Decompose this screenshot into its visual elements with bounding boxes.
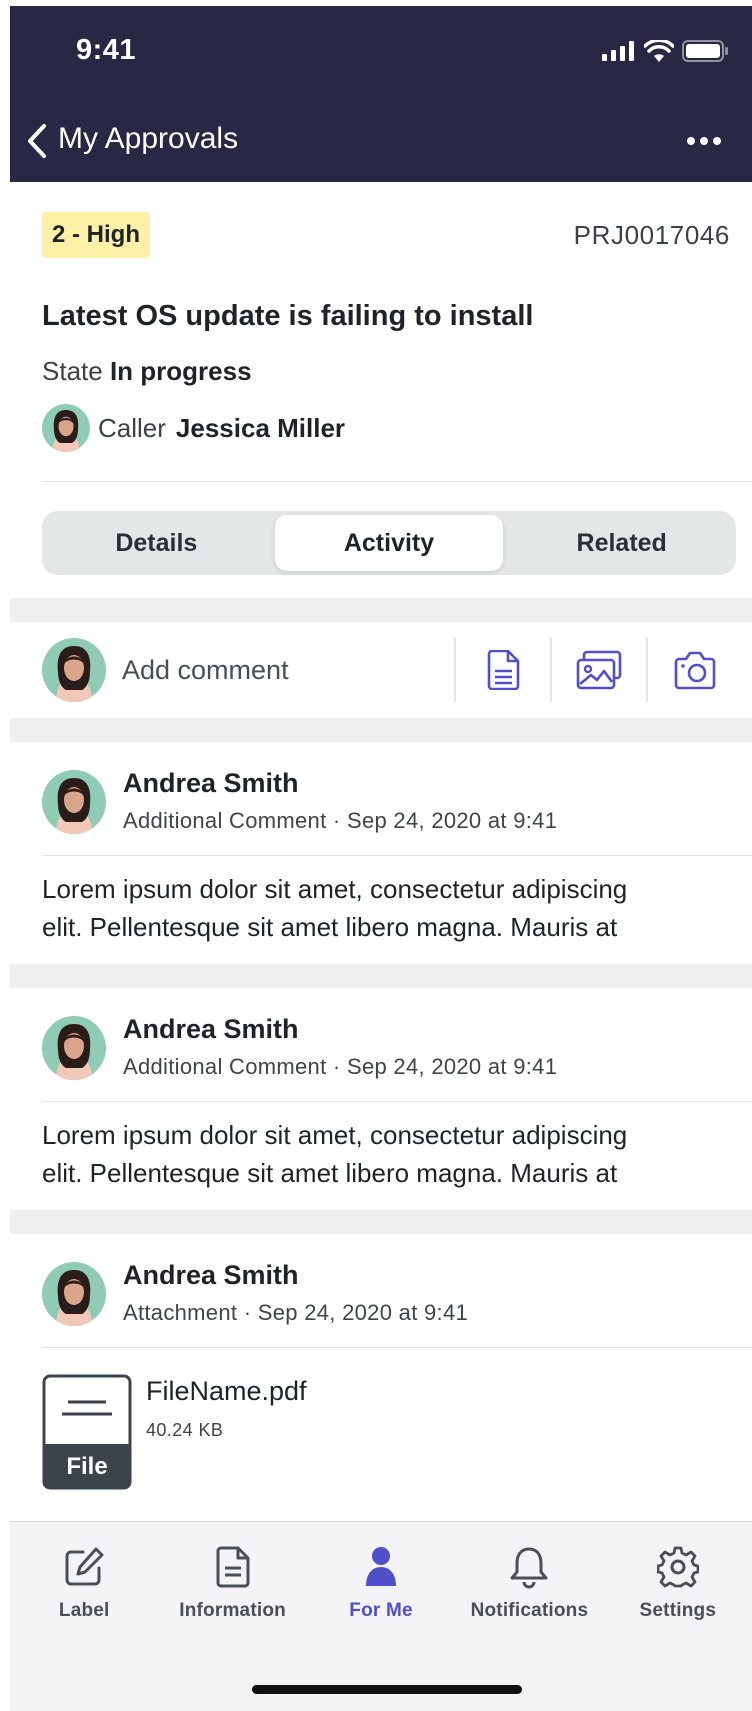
wifi-icon: [644, 40, 674, 62]
attachment-card: Andrea Smith Attachment · Sep 24, 2020 a…: [10, 1234, 752, 1526]
tab-settings[interactable]: Settings: [604, 1522, 752, 1634]
activity-card: Andrea Smith Additional Comment · Sep 24…: [10, 742, 752, 964]
record-state: State In progress: [42, 356, 252, 387]
tab-for-me[interactable]: For Me: [307, 1522, 455, 1634]
divider: [42, 1101, 752, 1102]
priority-badge: 2 - High: [42, 212, 150, 258]
document-icon: [210, 1544, 256, 1590]
activity-header: Andrea Smith Attachment · Sep 24, 2020 a…: [10, 1234, 752, 1348]
section-gap: [10, 718, 752, 742]
add-comment-input[interactable]: Add comment: [122, 655, 454, 686]
file-size: 40.24 KB: [146, 1420, 224, 1440]
caller-label: Caller: [98, 412, 166, 443]
caller-row: Caller Jessica Miller: [42, 404, 345, 452]
section-gap: [10, 964, 752, 988]
battery-icon: [682, 40, 728, 62]
activity-date: Sep 24, 2020 at 9:41: [257, 1300, 469, 1325]
document-icon: [487, 650, 520, 690]
author-name: Andrea Smith: [123, 1014, 299, 1044]
author-avatar: [42, 1262, 106, 1326]
activity-header: Andrea Smith Additional Comment · Sep 24…: [10, 988, 752, 1102]
meta-separator: ·: [332, 808, 347, 833]
activity-meta: Additional Comment · Sep 24, 2020 at 9:4…: [123, 808, 557, 834]
caller-avatar: [42, 404, 90, 452]
tab-label[interactable]: Label: [10, 1522, 158, 1634]
record-number: PRJ0017046: [573, 220, 730, 250]
state-value: In progress: [109, 356, 252, 386]
composer-actions: [454, 638, 742, 702]
activity-header: Andrea Smith Additional Comment · Sep 24…: [10, 742, 752, 856]
file-name[interactable]: FileName.pdf: [146, 1376, 307, 1407]
caller-name[interactable]: Jessica Miller: [176, 413, 345, 444]
file-icon[interactable]: File: [42, 1374, 132, 1490]
nav-back-title[interactable]: My Approvals: [58, 122, 238, 156]
gear-icon: [655, 1544, 701, 1590]
comment-line: Lorem ipsum dolor sit amet, consectetur …: [42, 874, 628, 904]
comment-line: Lorem ipsum dolor sit amet, consectetur …: [42, 1120, 628, 1150]
section-gap: [10, 598, 752, 622]
mobile-screen: 9:41 My Approvals 2 - High PRJ0017046 La…: [10, 6, 752, 1711]
bell-icon: [506, 1544, 552, 1590]
author-avatar: [42, 770, 106, 834]
meta-separator: ·: [243, 1300, 258, 1325]
image-gallery-icon: [576, 650, 622, 690]
status-icons: [602, 40, 728, 62]
record-summary: 2 - High PRJ0017046 Latest OS update is …: [10, 182, 752, 598]
tab-activity[interactable]: Activity: [274, 515, 504, 571]
tab-label-text: For Me: [349, 1600, 413, 1621]
user-avatar: [42, 638, 106, 702]
attachment-file[interactable]: File FileName.pdf 40.24 KB: [10, 1348, 752, 1526]
tab-label-text: Settings: [639, 1600, 717, 1621]
section-gap: [10, 1210, 752, 1234]
tab-label-text: Information: [179, 1600, 286, 1621]
divider: [42, 481, 752, 482]
activity-type: Additional Comment: [123, 1054, 327, 1079]
edit-icon: [61, 1544, 107, 1590]
header: 9:41 My Approvals: [10, 6, 752, 182]
bottom-tab-bar: Label Information For Me Notifications S…: [10, 1521, 752, 1711]
back-chevron-icon[interactable]: [24, 123, 50, 159]
meta-separator: ·: [332, 1054, 347, 1079]
attach-document-button[interactable]: [456, 638, 550, 702]
comment-text: Lorem ipsum dolor sit amet, consectetur …: [10, 1102, 752, 1210]
tab-related[interactable]: Related: [507, 515, 736, 571]
attach-image-button[interactable]: [552, 638, 646, 702]
person-icon: [358, 1544, 404, 1590]
comment-text: Lorem ipsum dolor sit amet, consectetur …: [10, 856, 752, 964]
activity-type: Additional Comment: [123, 808, 327, 833]
segmented-tabs: Details Activity Related: [42, 511, 736, 575]
activity-type: Attachment: [123, 1300, 238, 1325]
file-icon-label: File: [66, 1453, 107, 1480]
camera-icon: [674, 651, 716, 690]
record-title: Latest OS update is failing to install: [42, 300, 534, 332]
more-options-icon[interactable]: [686, 136, 722, 146]
tab-notifications[interactable]: Notifications: [455, 1522, 603, 1634]
tab-details[interactable]: Details: [42, 515, 271, 571]
comment-composer: Add comment: [10, 622, 752, 718]
activity-date: Sep 24, 2020 at 9:41: [346, 808, 558, 833]
comment-line: elit. Pellentesque sit amet libero magna…: [42, 912, 618, 942]
cellular-signal-icon: [602, 41, 634, 61]
activity-meta: Attachment · Sep 24, 2020 at 9:41: [123, 1300, 468, 1326]
divider: [42, 855, 752, 856]
tab-label-text: Label: [58, 1600, 110, 1621]
tab-label-text: Notifications: [470, 1600, 589, 1621]
camera-button[interactable]: [648, 638, 742, 702]
author-name: Andrea Smith: [123, 1260, 299, 1290]
activity-meta: Additional Comment · Sep 24, 2020 at 9:4…: [123, 1054, 557, 1080]
author-avatar: [42, 1016, 106, 1080]
state-label: State: [42, 356, 103, 386]
comment-line: elit. Pellentesque sit amet libero magna…: [42, 1158, 618, 1188]
activity-card: Andrea Smith Additional Comment · Sep 24…: [10, 988, 752, 1210]
author-name: Andrea Smith: [123, 768, 299, 798]
navigation-bar: My Approvals: [10, 110, 752, 170]
home-indicator: [252, 1685, 522, 1694]
status-time: 9:41: [76, 34, 137, 66]
activity-date: Sep 24, 2020 at 9:41: [346, 1054, 558, 1079]
tab-information[interactable]: Information: [158, 1522, 306, 1634]
